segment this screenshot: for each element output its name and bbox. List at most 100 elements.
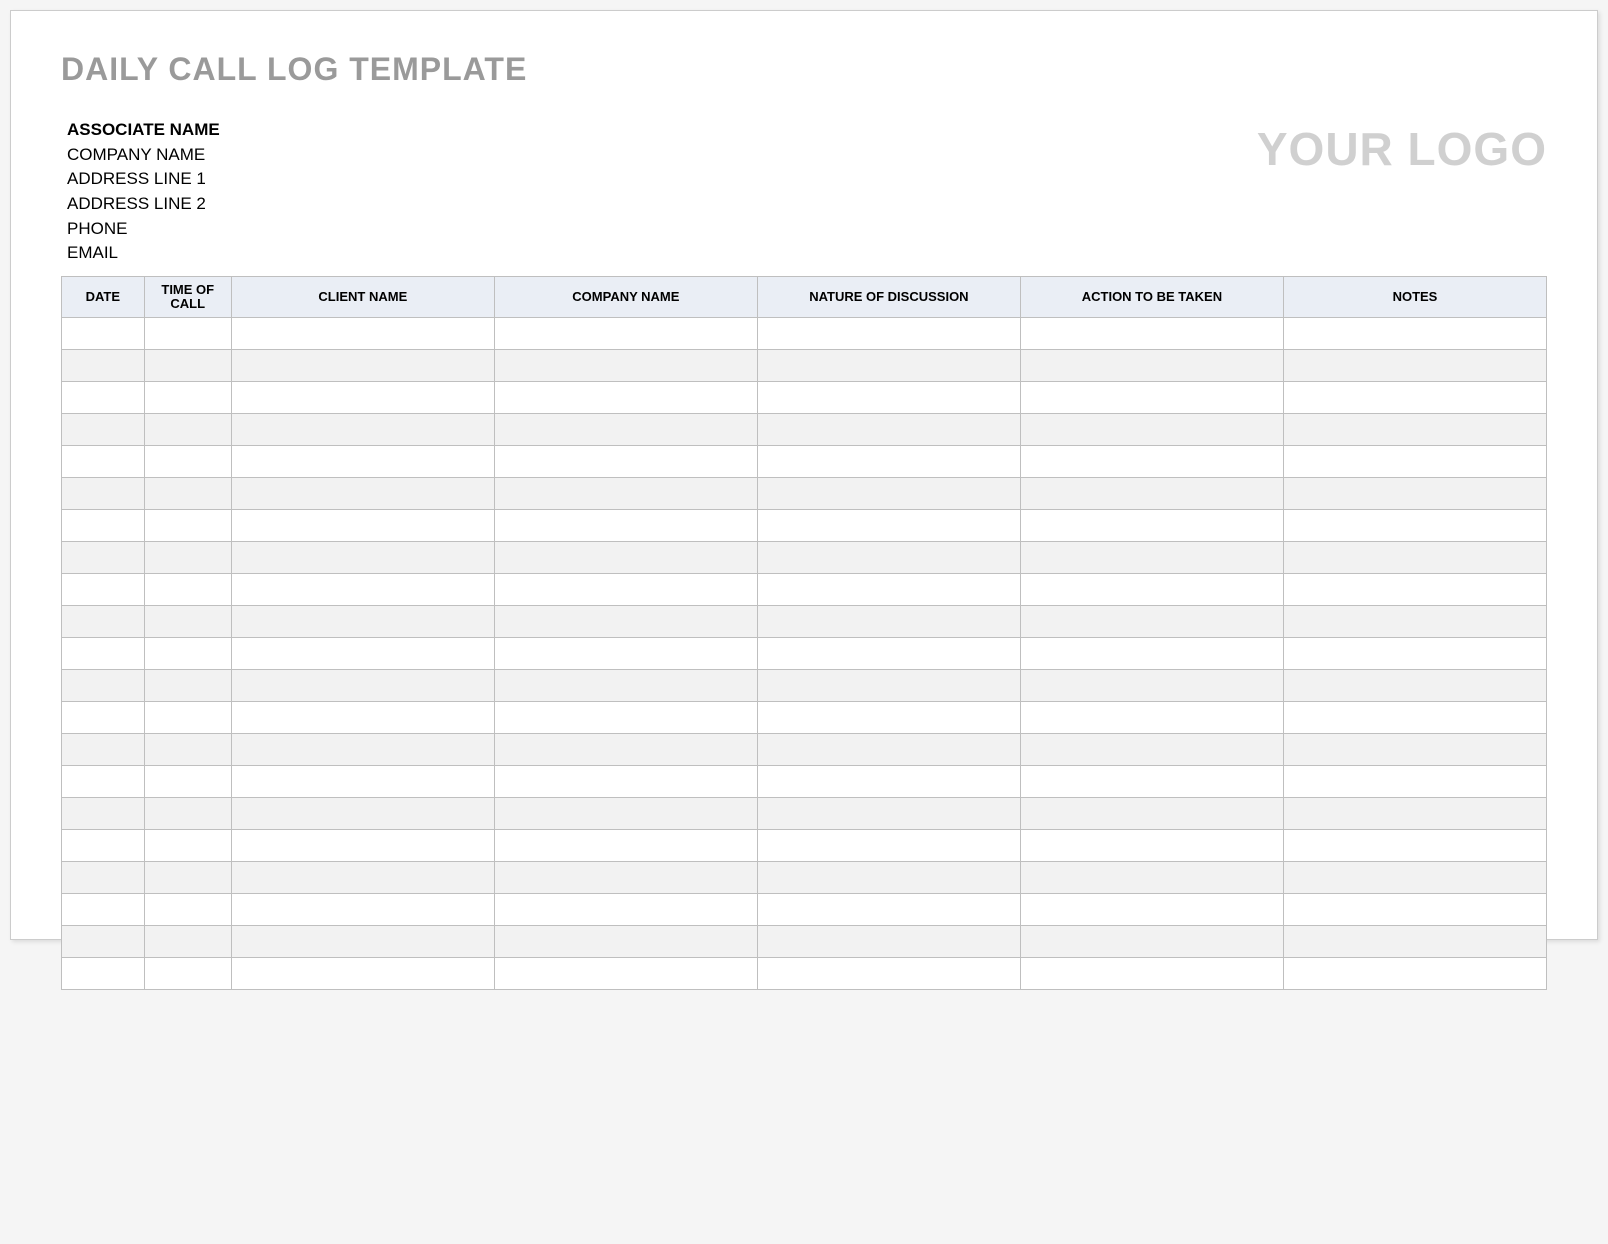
cell-date[interactable]	[62, 574, 145, 606]
cell-action[interactable]	[1020, 926, 1283, 958]
cell-nature[interactable]	[757, 478, 1020, 510]
cell-client[interactable]	[231, 638, 494, 670]
cell-date[interactable]	[62, 798, 145, 830]
cell-client[interactable]	[231, 382, 494, 414]
cell-notes[interactable]	[1283, 798, 1546, 830]
cell-nature[interactable]	[757, 350, 1020, 382]
cell-notes[interactable]	[1283, 638, 1546, 670]
cell-nature[interactable]	[757, 926, 1020, 958]
cell-company[interactable]	[494, 478, 757, 510]
cell-notes[interactable]	[1283, 670, 1546, 702]
cell-nature[interactable]	[757, 638, 1020, 670]
cell-nature[interactable]	[757, 414, 1020, 446]
cell-time[interactable]	[144, 798, 231, 830]
cell-action[interactable]	[1020, 574, 1283, 606]
cell-client[interactable]	[231, 862, 494, 894]
cell-date[interactable]	[62, 734, 145, 766]
cell-notes[interactable]	[1283, 414, 1546, 446]
cell-company[interactable]	[494, 350, 757, 382]
cell-date[interactable]	[62, 510, 145, 542]
cell-nature[interactable]	[757, 702, 1020, 734]
cell-client[interactable]	[231, 894, 494, 926]
cell-client[interactable]	[231, 766, 494, 798]
cell-action[interactable]	[1020, 766, 1283, 798]
cell-company[interactable]	[494, 606, 757, 638]
cell-notes[interactable]	[1283, 862, 1546, 894]
cell-client[interactable]	[231, 606, 494, 638]
cell-nature[interactable]	[757, 606, 1020, 638]
cell-time[interactable]	[144, 318, 231, 350]
cell-company[interactable]	[494, 830, 757, 862]
cell-notes[interactable]	[1283, 894, 1546, 926]
cell-action[interactable]	[1020, 894, 1283, 926]
cell-notes[interactable]	[1283, 766, 1546, 798]
cell-date[interactable]	[62, 350, 145, 382]
cell-notes[interactable]	[1283, 318, 1546, 350]
cell-date[interactable]	[62, 478, 145, 510]
cell-action[interactable]	[1020, 734, 1283, 766]
cell-company[interactable]	[494, 446, 757, 478]
cell-notes[interactable]	[1283, 830, 1546, 862]
cell-client[interactable]	[231, 318, 494, 350]
cell-company[interactable]	[494, 862, 757, 894]
cell-notes[interactable]	[1283, 574, 1546, 606]
cell-time[interactable]	[144, 446, 231, 478]
cell-notes[interactable]	[1283, 926, 1546, 958]
cell-action[interactable]	[1020, 862, 1283, 894]
cell-action[interactable]	[1020, 702, 1283, 734]
cell-notes[interactable]	[1283, 350, 1546, 382]
cell-nature[interactable]	[757, 446, 1020, 478]
cell-notes[interactable]	[1283, 478, 1546, 510]
cell-action[interactable]	[1020, 478, 1283, 510]
cell-date[interactable]	[62, 670, 145, 702]
cell-company[interactable]	[494, 382, 757, 414]
cell-time[interactable]	[144, 734, 231, 766]
cell-notes[interactable]	[1283, 734, 1546, 766]
cell-action[interactable]	[1020, 830, 1283, 862]
cell-client[interactable]	[231, 542, 494, 574]
cell-nature[interactable]	[757, 862, 1020, 894]
cell-nature[interactable]	[757, 798, 1020, 830]
cell-action[interactable]	[1020, 958, 1283, 990]
cell-date[interactable]	[62, 862, 145, 894]
cell-action[interactable]	[1020, 798, 1283, 830]
cell-date[interactable]	[62, 318, 145, 350]
cell-date[interactable]	[62, 830, 145, 862]
cell-action[interactable]	[1020, 638, 1283, 670]
cell-time[interactable]	[144, 414, 231, 446]
cell-time[interactable]	[144, 574, 231, 606]
cell-notes[interactable]	[1283, 702, 1546, 734]
cell-company[interactable]	[494, 670, 757, 702]
cell-company[interactable]	[494, 510, 757, 542]
cell-client[interactable]	[231, 478, 494, 510]
cell-date[interactable]	[62, 446, 145, 478]
cell-date[interactable]	[62, 702, 145, 734]
cell-action[interactable]	[1020, 318, 1283, 350]
cell-company[interactable]	[494, 702, 757, 734]
cell-client[interactable]	[231, 510, 494, 542]
cell-nature[interactable]	[757, 894, 1020, 926]
cell-time[interactable]	[144, 894, 231, 926]
cell-time[interactable]	[144, 862, 231, 894]
cell-company[interactable]	[494, 926, 757, 958]
cell-nature[interactable]	[757, 830, 1020, 862]
cell-client[interactable]	[231, 798, 494, 830]
cell-nature[interactable]	[757, 542, 1020, 574]
cell-client[interactable]	[231, 702, 494, 734]
cell-company[interactable]	[494, 894, 757, 926]
cell-nature[interactable]	[757, 574, 1020, 606]
cell-client[interactable]	[231, 830, 494, 862]
cell-company[interactable]	[494, 766, 757, 798]
cell-notes[interactable]	[1283, 542, 1546, 574]
cell-time[interactable]	[144, 542, 231, 574]
cell-action[interactable]	[1020, 350, 1283, 382]
cell-client[interactable]	[231, 350, 494, 382]
cell-nature[interactable]	[757, 734, 1020, 766]
cell-time[interactable]	[144, 478, 231, 510]
cell-company[interactable]	[494, 574, 757, 606]
cell-company[interactable]	[494, 798, 757, 830]
cell-action[interactable]	[1020, 542, 1283, 574]
cell-time[interactable]	[144, 670, 231, 702]
cell-notes[interactable]	[1283, 382, 1546, 414]
cell-nature[interactable]	[757, 766, 1020, 798]
